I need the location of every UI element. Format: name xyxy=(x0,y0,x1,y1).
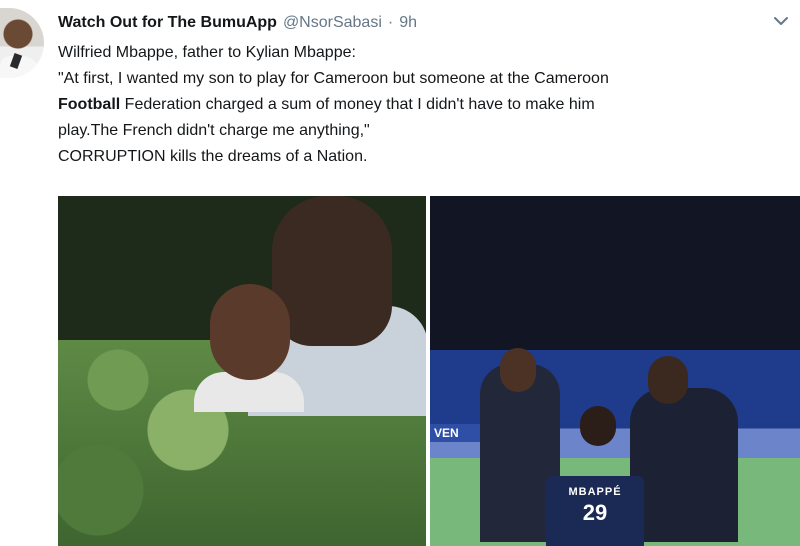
tweet-line-4: play.The French didn't charge me anythin… xyxy=(58,122,370,139)
timestamp[interactable]: 9h xyxy=(399,14,417,32)
separator-dot: · xyxy=(387,14,394,31)
tweet-line-5: CORRUPTION kills the dreams of a Nation. xyxy=(58,148,368,165)
jersey-name: MBAPPÉ xyxy=(568,486,622,498)
media-image-left[interactable] xyxy=(58,196,426,546)
display-name[interactable]: Watch Out for The BumuApp xyxy=(58,14,277,32)
photo-boy-head xyxy=(210,284,290,380)
photo-person-left-head xyxy=(500,348,536,392)
photo-man-head xyxy=(272,196,392,346)
photo-person-right-head xyxy=(648,356,688,404)
user-handle[interactable]: @NsorSabasi xyxy=(283,14,382,32)
jersey-number: 29 xyxy=(582,500,608,525)
tweet-header: Watch Out for The BumuApp @NsorSabasi · … xyxy=(58,12,417,34)
photo-child-head xyxy=(580,406,616,446)
photo-person-right xyxy=(630,388,738,542)
tweet-line-2: "At first, I wanted my son to play for C… xyxy=(58,70,609,87)
tweet-line-3: Football Federation charged a sum of mon… xyxy=(58,92,788,118)
tweet-line-1: Wilfried Mbappe, father to Kylian Mbappe… xyxy=(58,44,356,61)
media-image-right[interactable]: VEN MBAPPÉ 29 xyxy=(430,196,800,546)
tweet-line-3-rest: Federation charged a sum of money that I… xyxy=(120,96,595,113)
jersey: MBAPPÉ 29 xyxy=(546,476,644,546)
tweet-media: VEN MBAPPÉ 29 xyxy=(58,196,800,546)
tweet-text: Wilfried Mbappe, father to Kylian Mbappe… xyxy=(58,40,788,170)
chevron-down-icon[interactable] xyxy=(772,12,790,30)
bold-word: Football xyxy=(58,96,121,113)
avatar[interactable] xyxy=(0,8,44,78)
